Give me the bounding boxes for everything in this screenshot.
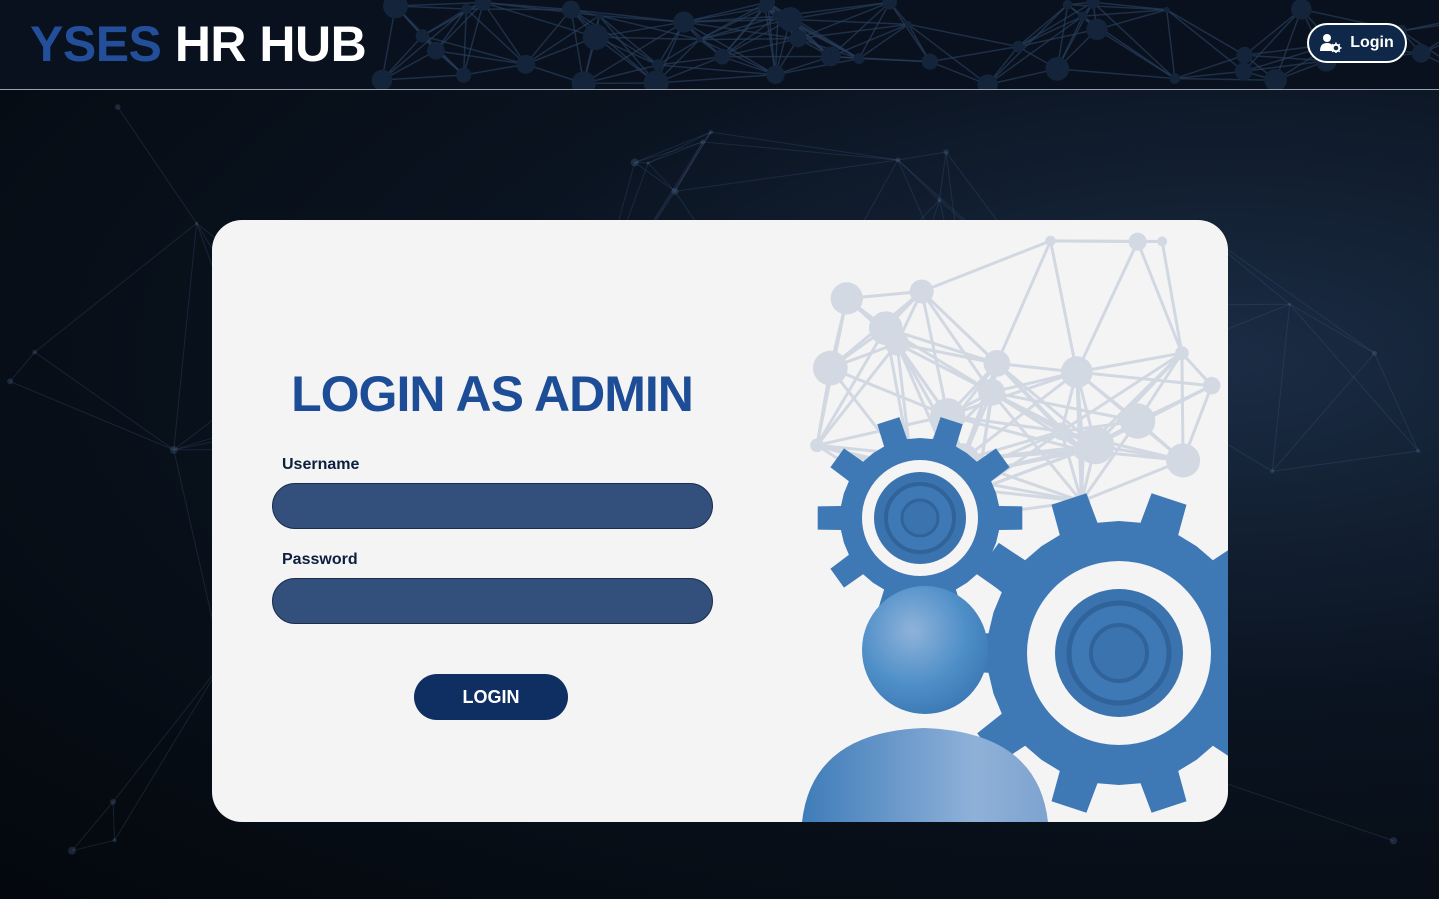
brand-text-yses: YSES [30,16,162,72]
login-title: LOGIN AS ADMIN [291,366,694,422]
username-input[interactable] [272,483,713,529]
password-input[interactable] [272,578,713,624]
login-submit-button[interactable]: LOGIN [414,674,568,720]
password-label: Password [282,551,358,568]
top-header: YSES HR HUB Login [0,0,1439,90]
user-gear-icon [1320,34,1342,53]
header-login-button[interactable]: Login [1307,23,1407,63]
login-card: LOGIN AS ADMIN Username Password LOGIN [212,220,1228,822]
username-label: Username [282,456,360,473]
brand-logo[interactable]: YSES HR HUB [30,14,367,74]
brand-text-hr-hub: HR HUB [174,16,367,72]
header-login-label: Login [1350,34,1394,51]
